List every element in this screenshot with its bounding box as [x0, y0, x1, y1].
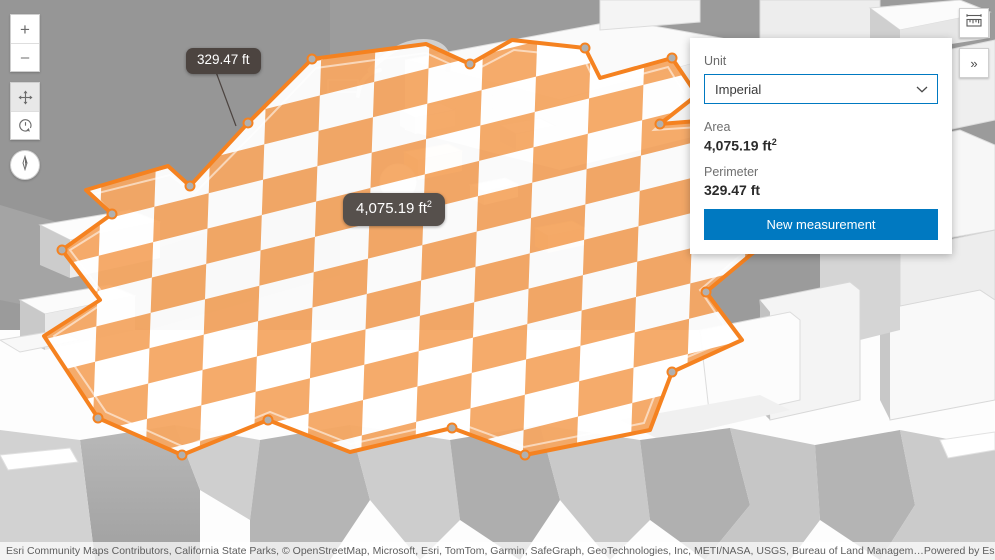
ruler-measure-icon [965, 12, 983, 35]
chevron-double-right-icon: » [970, 56, 977, 71]
measurement-widget-button[interactable] [959, 8, 989, 38]
new-measurement-button[interactable]: New measurement [704, 209, 938, 240]
area-callout-superscript: 2 [427, 199, 432, 209]
pan-move-icon [18, 90, 33, 105]
scene-viewer-app: 329.47 ft 4,075.19 ft2 + – [0, 0, 995, 560]
minus-icon: – [21, 50, 29, 65]
navigation-mode-group [10, 82, 40, 140]
zoom-in-button[interactable]: + [11, 15, 39, 43]
unit-label: Unit [704, 54, 938, 68]
expand-collapse-button[interactable]: » [959, 48, 989, 78]
metric-area: Area 4,075.19 ft2 [704, 120, 938, 154]
measurement-fill [44, 40, 760, 455]
unit-select[interactable]: Imperial [704, 74, 938, 104]
metric-perimeter: Perimeter 329.47 ft [704, 165, 938, 198]
rotate-icon [18, 118, 33, 133]
rotate-button[interactable] [11, 111, 39, 139]
compass-button[interactable] [10, 150, 40, 180]
attribution-sources[interactable]: Esri Community Maps Contributors, Califo… [6, 545, 924, 557]
compass-needle-icon [17, 155, 33, 176]
metric-perimeter-value: 329.47 ft [704, 182, 938, 198]
area-callout: 4,075.19 ft2 [343, 193, 445, 226]
perimeter-callout-text: 329.47 ft [197, 52, 250, 67]
pan-button[interactable] [11, 83, 39, 111]
metric-area-value: 4,075.19 ft2 [704, 137, 938, 154]
zoom-out-button[interactable]: – [11, 43, 39, 71]
metric-area-number: 4,075.19 ft [704, 138, 772, 154]
zoom-button-group: + – [10, 14, 40, 72]
powered-by-esri: Powered by Esri [924, 545, 995, 557]
metric-area-superscript: 2 [772, 137, 777, 147]
navigation-toolbar: + – [10, 14, 40, 180]
attribution-bar: Esri Community Maps Contributors, Califo… [0, 542, 995, 560]
chevron-down-icon [916, 82, 928, 97]
area-callout-text: 4,075.19 ft [356, 200, 427, 217]
measurement-panel: Unit Imperial Area 4,075.19 ft2 Perimete… [690, 38, 952, 254]
unit-select-value: Imperial [715, 82, 761, 97]
metric-perimeter-label: Perimeter [704, 165, 938, 179]
perimeter-callout: 329.47 ft [186, 48, 261, 74]
plus-icon: + [20, 21, 30, 38]
metric-area-label: Area [704, 120, 938, 134]
callout-leader-line [216, 72, 236, 126]
